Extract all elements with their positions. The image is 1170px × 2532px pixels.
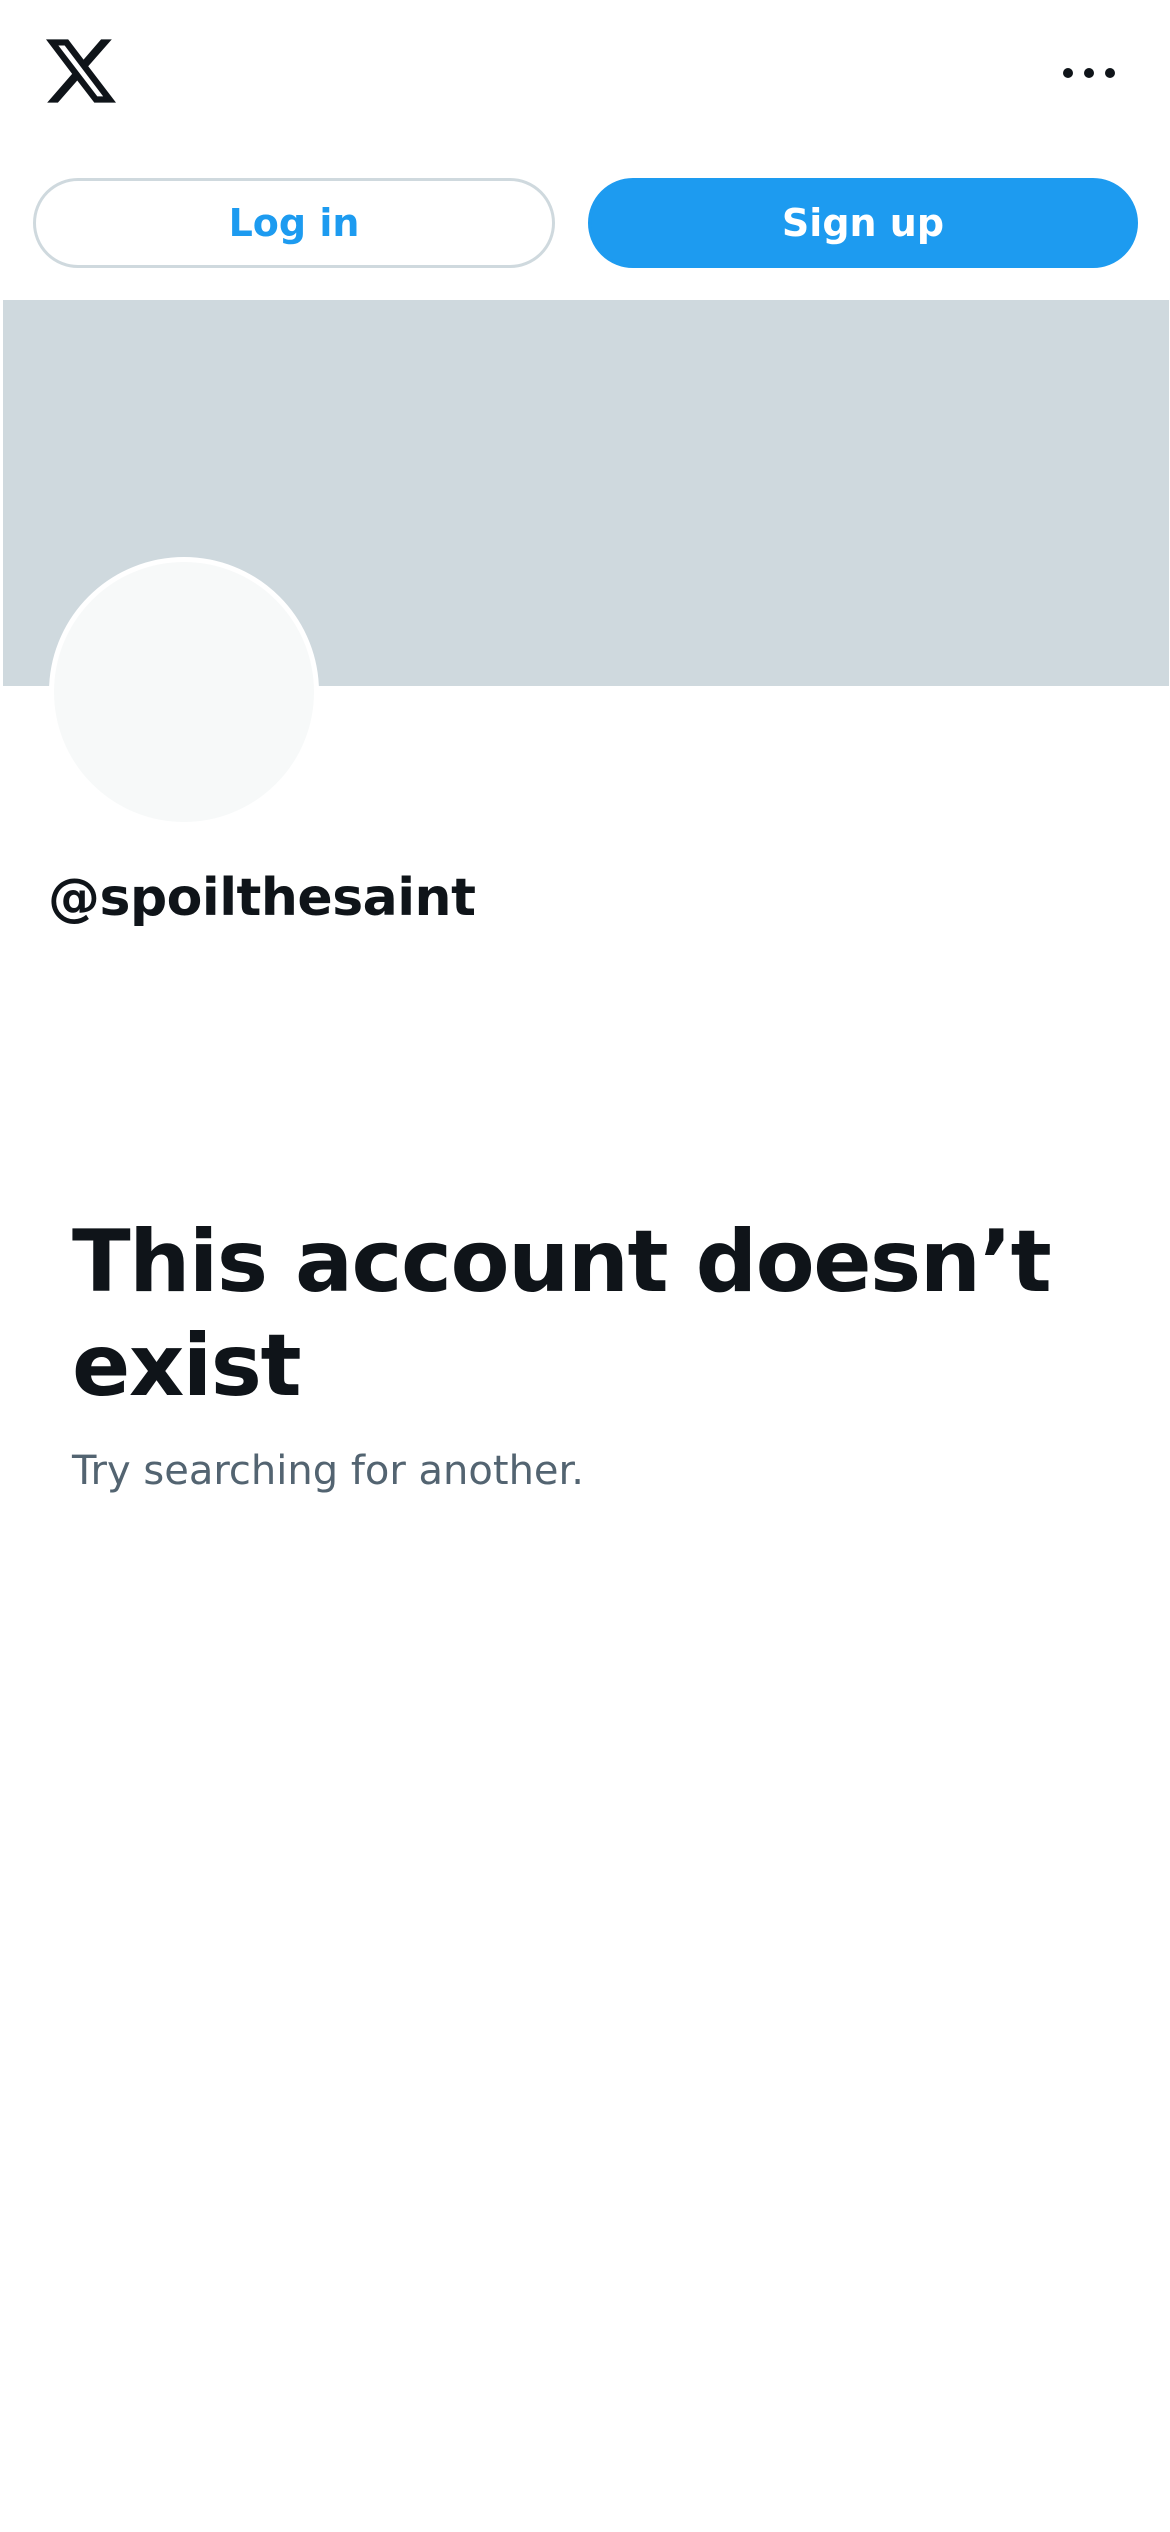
empty-state-subtitle: Try searching for another. xyxy=(72,1448,585,1494)
more-options-button[interactable] xyxy=(1048,50,1130,96)
empty-state-title: This account doesn’t exist xyxy=(72,1212,1052,1416)
login-button-label: Log in xyxy=(228,201,360,245)
top-bar xyxy=(0,0,1170,150)
signup-button-label: Sign up xyxy=(781,201,945,245)
auth-buttons: Log in Sign up xyxy=(0,178,1170,272)
signup-button[interactable]: Sign up xyxy=(588,178,1138,268)
x-logo-icon[interactable] xyxy=(46,38,116,104)
profile-handle: @spoilthesaint xyxy=(48,868,476,928)
more-horizontal-icon xyxy=(1063,68,1115,78)
login-button[interactable]: Log in xyxy=(33,178,555,268)
avatar xyxy=(49,557,319,827)
empty-state: This account doesn’t exist Try searching… xyxy=(72,1210,1092,1496)
